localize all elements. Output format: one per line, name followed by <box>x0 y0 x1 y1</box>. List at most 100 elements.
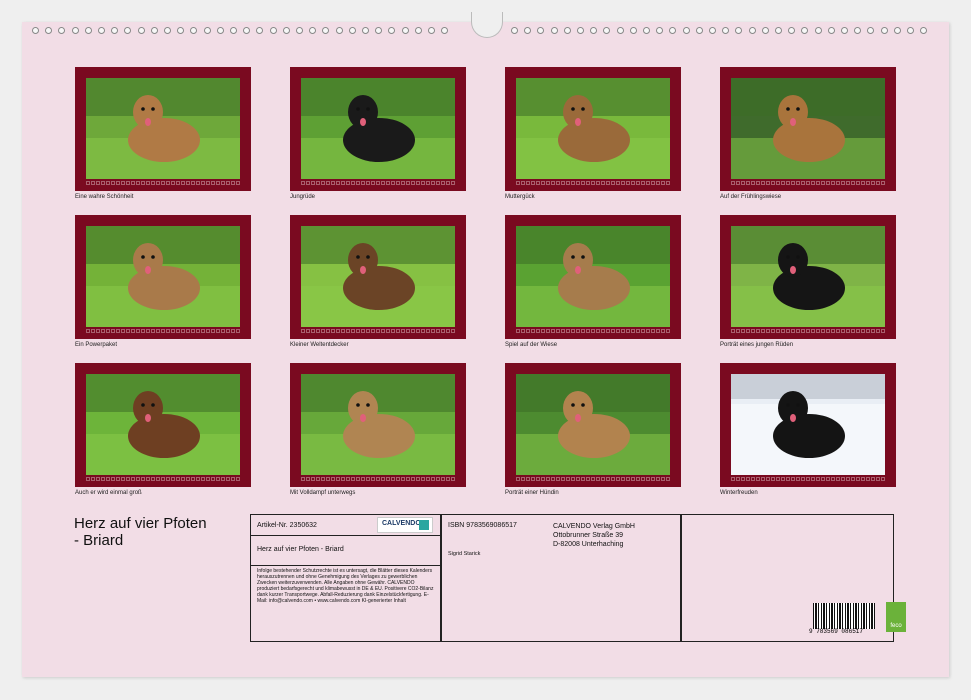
day-cell <box>176 329 180 333</box>
day-cell <box>301 329 305 333</box>
day-cell <box>416 477 420 481</box>
day-cell <box>146 477 150 481</box>
day-cell <box>311 329 315 333</box>
day-cell <box>576 329 580 333</box>
day-cell <box>311 477 315 481</box>
day-cell <box>566 181 570 185</box>
day-cell <box>111 181 115 185</box>
divider <box>680 515 682 641</box>
photo-caption: Auch er wird einmal groß <box>75 490 142 496</box>
day-cell <box>221 477 225 481</box>
day-cell <box>871 181 875 185</box>
day-cell <box>846 477 850 481</box>
binding-ring <box>388 27 396 34</box>
day-cell <box>221 181 225 185</box>
binding-ring <box>761 27 769 34</box>
day-cell <box>651 477 655 481</box>
day-cell <box>351 477 355 481</box>
photo-caption: Spiel auf der Wiese <box>505 342 558 348</box>
photo-frame <box>720 363 896 487</box>
binding-ring <box>669 27 677 34</box>
day-cell <box>196 181 200 185</box>
day-cell <box>131 329 135 333</box>
day-cell <box>741 181 745 185</box>
day-cell <box>556 181 560 185</box>
day-cell <box>876 329 880 333</box>
day-cell <box>426 181 430 185</box>
day-cell <box>821 477 825 481</box>
day-cell <box>666 477 670 481</box>
binding-ring <box>682 27 690 34</box>
day-cell <box>531 329 535 333</box>
day-cell <box>166 181 170 185</box>
day-cell <box>821 181 825 185</box>
day-cell <box>191 181 195 185</box>
day-cell <box>351 329 355 333</box>
binding-ring <box>788 27 796 34</box>
day-cell <box>856 477 860 481</box>
day-cell <box>411 181 415 185</box>
day-cell <box>631 477 635 481</box>
day-cell <box>651 329 655 333</box>
day-cell <box>856 181 860 185</box>
day-cell <box>186 477 190 481</box>
day-cell <box>441 477 445 481</box>
binding-ring <box>563 27 571 34</box>
day-cell <box>376 477 380 481</box>
day-cell <box>361 477 365 481</box>
day-cell <box>186 181 190 185</box>
day-cell <box>611 329 615 333</box>
publisher-line: CALVENDO Verlag GmbH <box>553 523 635 530</box>
day-cell <box>746 329 750 333</box>
day-cell <box>176 477 180 481</box>
day-cell <box>326 477 330 481</box>
photo-frame <box>75 363 251 487</box>
day-cell <box>531 477 535 481</box>
day-cell <box>171 477 175 481</box>
day-cell <box>101 181 105 185</box>
dog-photo <box>301 78 455 179</box>
day-cell <box>756 477 760 481</box>
day-cell <box>541 477 545 481</box>
day-cell <box>86 477 90 481</box>
day-cell <box>646 329 650 333</box>
binding-ring <box>309 27 317 34</box>
day-cell <box>666 181 670 185</box>
day-cell <box>171 329 175 333</box>
isbn: ISBN 9783569086517 <box>448 522 517 529</box>
day-cell <box>386 477 390 481</box>
day-cell <box>621 477 625 481</box>
day-cell <box>121 181 125 185</box>
day-cell <box>881 329 885 333</box>
binding-ring <box>748 27 756 34</box>
day-cell <box>881 181 885 185</box>
dog-photo <box>731 226 885 327</box>
day-cell <box>141 477 145 481</box>
day-cell <box>181 181 185 185</box>
dog-photo <box>516 226 670 327</box>
day-cell <box>866 329 870 333</box>
calendar-strip <box>731 329 885 333</box>
day-cell <box>151 329 155 333</box>
day-cell <box>106 181 110 185</box>
day-cell <box>646 477 650 481</box>
day-cell <box>806 329 810 333</box>
binding-ring <box>124 27 132 34</box>
day-cell <box>841 477 845 481</box>
day-cell <box>596 329 600 333</box>
day-cell <box>211 181 215 185</box>
day-cell <box>316 329 320 333</box>
day-cell <box>581 329 585 333</box>
day-cell <box>191 477 195 481</box>
day-cell <box>91 329 95 333</box>
day-cell <box>836 329 840 333</box>
day-cell <box>441 329 445 333</box>
day-cell <box>776 477 780 481</box>
day-cell <box>301 477 305 481</box>
title-line-1: Herz auf vier Pfoten <box>74 515 207 532</box>
day-cell <box>431 181 435 185</box>
day-cell <box>611 181 615 185</box>
day-cell <box>311 181 315 185</box>
binding-ring <box>375 27 383 34</box>
binding-ring <box>58 27 66 34</box>
